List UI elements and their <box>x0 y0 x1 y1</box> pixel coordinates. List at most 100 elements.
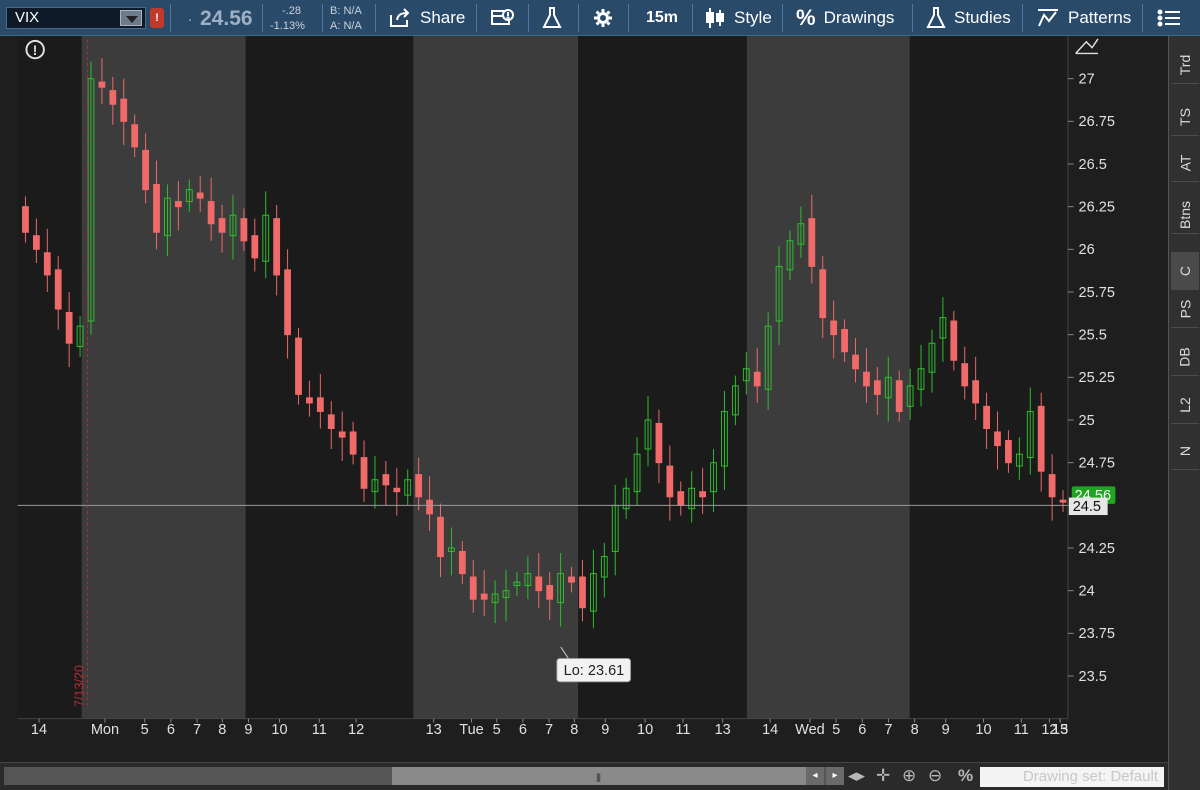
style-button[interactable]: Style <box>704 0 772 36</box>
price-tick-label: 25.5 <box>1079 328 1107 344</box>
sidebar-tab-l2[interactable]: L2 <box>1171 386 1199 424</box>
alert-badge[interactable]: ! <box>150 8 164 28</box>
scroll-left-arrow[interactable]: ◂ <box>806 767 824 785</box>
candle-body <box>327 414 335 430</box>
time-tick-label: 6 <box>858 722 866 738</box>
chart-settings-button[interactable] <box>490 0 516 36</box>
drawings-label: Drawings <box>823 8 895 27</box>
toolbar-divider <box>912 4 913 32</box>
candle-body <box>666 465 674 498</box>
candle-body <box>240 218 248 242</box>
price-chart[interactable]: 7/13/20 27 26.75 26.5 26.25 26 25.75 25.5 25.25… <box>0 36 1168 740</box>
candle-body <box>382 474 390 486</box>
sidebar-tab-at[interactable]: AT <box>1171 144 1199 182</box>
price-tick-label: 26.25 <box>1079 200 1115 216</box>
gear-icon <box>594 9 612 27</box>
scroll-right-arrow[interactable]: ▸ <box>826 767 844 785</box>
flask-icon <box>542 7 562 28</box>
candle-body <box>426 499 433 515</box>
zoom-expand-icon[interactable]: ◂▸ <box>848 766 865 786</box>
pan-crosshair-icon[interactable]: ✛ <box>876 766 890 786</box>
toolbar-divider <box>1022 4 1023 32</box>
toolbar-divider <box>476 4 477 32</box>
drawing-set-selector[interactable]: Drawing set: Default <box>980 767 1164 787</box>
sidebar-tab-trd[interactable]: Trd <box>1171 46 1199 84</box>
candle-body <box>437 516 444 558</box>
menu-button[interactable] <box>1156 0 1182 36</box>
right-sidebar: Trd TS AT Btns C PS DB L2 N <box>1168 36 1200 790</box>
candle-body <box>546 585 554 600</box>
timeframe-button[interactable]: 15m <box>646 0 678 36</box>
toolbar-divider <box>528 4 529 32</box>
candle-body <box>753 371 761 387</box>
candle-body <box>972 380 980 404</box>
candle-body <box>295 337 302 395</box>
sidebar-tab-label: Btns <box>1177 200 1194 229</box>
patterns-icon <box>1038 9 1058 27</box>
time-tick-label: 6 <box>167 722 175 738</box>
candle-body <box>961 363 969 387</box>
zoom-out-icon[interactable]: ⊖ <box>928 766 942 786</box>
timeframe-label: 15m <box>646 9 679 26</box>
percent-mode-icon[interactable]: % <box>958 766 973 786</box>
price-tick-label: 23.75 <box>1079 626 1115 642</box>
candle-body <box>863 371 870 387</box>
sidebar-tab-db[interactable]: DB <box>1171 338 1199 376</box>
price-tick-label: 26 <box>1079 242 1095 258</box>
candle-body <box>415 474 423 498</box>
symbol-value: VIX <box>15 9 40 26</box>
patterns-button[interactable]: Patterns <box>1036 0 1131 36</box>
studies-button[interactable]: Studies <box>926 0 1011 36</box>
time-tick-label: 13 <box>715 722 731 738</box>
share-button[interactable]: Share <box>388 0 465 36</box>
scroll-left-button[interactable] <box>4 767 14 785</box>
session-band <box>909 36 1068 719</box>
percent-change: -1.13% <box>270 20 305 32</box>
price-tick-label: 25.25 <box>1079 370 1115 386</box>
candle-body <box>841 329 848 353</box>
candle-body <box>54 269 62 310</box>
studies-label: Studies <box>954 8 1011 27</box>
time-tick-label: Wed <box>795 722 825 738</box>
horizontal-scrollbar[interactable]: ||| <box>4 767 844 785</box>
time-tick-label: 8 <box>570 722 578 738</box>
time-tick-label: 15 <box>1052 722 1068 738</box>
studies-lab-button[interactable] <box>542 0 562 36</box>
candle-body <box>218 218 226 233</box>
share-icon <box>390 8 410 27</box>
flask-icon <box>926 7 946 28</box>
sidebar-tab-label: TS <box>1176 107 1193 126</box>
price-tick-label: 26.75 <box>1079 114 1115 130</box>
candle-body <box>142 149 149 191</box>
time-tick-label: 9 <box>601 722 609 738</box>
candle-body <box>338 431 346 438</box>
candle-body <box>306 397 313 404</box>
share-label: Share <box>420 8 466 27</box>
candle-body <box>65 311 73 344</box>
candle-body <box>1037 405 1045 472</box>
sidebar-tab-ps[interactable]: PS <box>1171 290 1199 328</box>
low-label: Lo: 23.61 <box>564 663 625 679</box>
settings-button[interactable] <box>592 0 614 36</box>
toolbar-divider <box>375 4 376 32</box>
symbol-dropdown-button[interactable] <box>120 10 142 26</box>
toolbar-divider <box>782 4 783 32</box>
candle-body <box>819 269 827 319</box>
sidebar-tab-c[interactable]: C <box>1171 252 1199 290</box>
time-tick-label: 9 <box>244 722 252 738</box>
toolbar-divider <box>692 4 693 32</box>
candle-body <box>360 457 368 489</box>
session-band <box>81 36 246 719</box>
price-tick-label: 26.5 <box>1079 157 1107 173</box>
candle-body <box>579 576 586 609</box>
sidebar-tab-ts[interactable]: TS <box>1171 98 1199 136</box>
time-tick-label: 13 <box>426 722 442 738</box>
drawings-button[interactable]: % Drawings <box>796 0 894 36</box>
price-tick-label: 24 <box>1079 584 1095 600</box>
sidebar-tab-btns[interactable]: Btns <box>1171 196 1199 234</box>
zoom-in-icon[interactable]: ⊕ <box>902 766 916 786</box>
candle-body <box>895 380 903 412</box>
sidebar-tab-n[interactable]: N <box>1171 432 1199 470</box>
candle-body <box>109 90 117 105</box>
time-tick-label: 5 <box>493 722 501 738</box>
